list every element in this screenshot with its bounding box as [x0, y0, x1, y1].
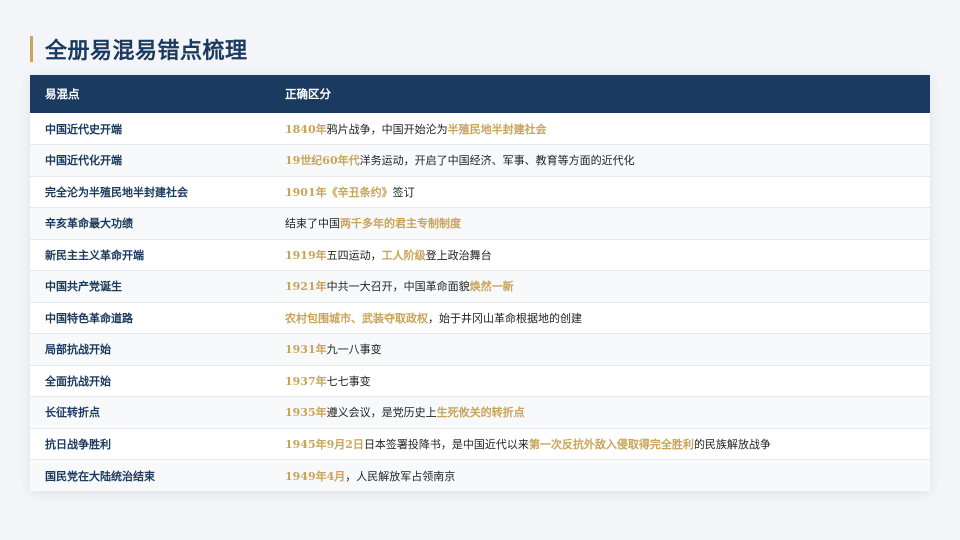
plain-text: 五四运动，	[326, 248, 382, 262]
distinction-cell: 农村包围城市、武装夺取政权，始于井冈山革命根据地的创建	[270, 302, 930, 334]
highlighted-text: 农村包围城市、武装夺取政权	[285, 311, 428, 325]
distinction-cell: 1945年9月2日日本签署投降书，是中国近代以来第一次反抗外敌入侵取得完全胜利的…	[270, 428, 930, 460]
highlighted-text: 1935年	[285, 406, 327, 420]
page-title: 全册易混易错点梳理	[45, 38, 248, 64]
plain-text: 中共一大召开，中国革命面貌	[326, 280, 470, 294]
confusable-point-cell: 中国近代史开端	[45, 122, 122, 136]
confusable-point-cell: 中国特色革命道路	[45, 311, 133, 325]
plain-text: 七七事变	[326, 374, 371, 388]
distinction-cell: 1935年遵义会议，是党历史上生死攸关的转折点	[270, 397, 930, 429]
confusable-point-cell: 辛亥革命最大功绩	[45, 217, 133, 231]
confusable-point-cell: 完全沦为半殖民地半封建社会	[45, 185, 188, 199]
highlighted-text: 1949年4月	[285, 469, 346, 483]
highlighted-text: 1931年	[285, 343, 327, 357]
highlighted-text: 1919年	[285, 248, 327, 262]
confusable-point-cell: 长征转折点	[45, 406, 100, 420]
confusable-point-cell: 中国近代化开端	[45, 154, 122, 168]
table-row: 完全沦为半殖民地半封建社会 1901年《辛丑条约》签订	[30, 176, 930, 208]
plain-text: 结束了中国	[285, 217, 340, 231]
highlighted-text: 1921年	[285, 280, 327, 294]
table-row: 中国近代化开端 19世纪60年代洋务运动，开启了中国经济、军事、教育等方面的近代化	[30, 144, 930, 177]
table-row: 长征转折点 1935年遵义会议，是党历史上生死攸关的转折点	[30, 396, 930, 429]
highlighted-text: 19世纪60年代	[285, 154, 360, 168]
plain-text: 登上政治舞台	[425, 248, 492, 262]
plain-text: 洋务运动，开启了中国经济、军事、教育等方面的近代化	[359, 154, 635, 168]
plain-text: ，始于井冈山革命根据地的创建	[428, 311, 582, 325]
table-body: 中国近代史开端 1840年鸦片战争，中国开始沦为半殖民地半封建社会中国近代化开端 1…	[30, 113, 930, 491]
table-row: 中国特色革命道路 农村包围城市、武装夺取政权，始于井冈山革命根据地的创建	[30, 302, 930, 334]
plain-text: 日本签署投降书，是中国近代以来	[363, 437, 529, 451]
highlighted-text: 1840年	[285, 122, 327, 136]
distinction-cell: 1931年九一八事变	[270, 334, 930, 366]
distinction-cell: 1937年七七事变	[270, 365, 930, 397]
table-row: 中国共产党诞生 1921年中共一大召开，中国革命面貌焕然一新	[30, 270, 930, 303]
highlighted-text: 焕然一新	[469, 280, 514, 294]
plain-text: ，人民解放军占领南京	[345, 469, 456, 483]
table-row: 新民主主义革命开端 1919年五四运动，工人阶级登上政治舞台	[30, 239, 930, 271]
highlighted-text: 工人阶级	[381, 248, 426, 262]
plain-text: 的民族解放战争	[693, 437, 771, 451]
table-row: 辛亥革命最大功绩 结束了中国两千多年的君主专制制度	[30, 207, 930, 240]
title-accent-bar	[30, 36, 33, 62]
distinction-cell: 1901年《辛丑条约》签订	[270, 176, 930, 208]
confusable-point-cell: 全面抗战开始	[45, 374, 111, 388]
plain-text: 鸦片战争，中国开始沦为	[326, 122, 448, 136]
distinction-cell: 1840年鸦片战争，中国开始沦为半殖民地半封建社会	[270, 113, 930, 145]
table-row: 国民党在大陆统治结束 1949年4月，人民解放军占领南京	[30, 459, 930, 492]
table-row: 全面抗战开始 1937年七七事变	[30, 365, 930, 397]
highlighted-text: 1901年《辛丑条约》	[285, 185, 393, 199]
distinction-cell: 19世纪60年代洋务运动，开启了中国经济、军事、教育等方面的近代化	[270, 145, 930, 177]
highlighted-text: 1937年	[285, 374, 327, 388]
distinction-cell: 结束了中国两千多年的君主专制制度	[270, 208, 930, 240]
highlighted-text: 第一次反抗外敌入侵取得完全胜利	[528, 437, 694, 451]
distinction-cell: 1949年4月，人民解放军占领南京	[270, 460, 930, 492]
plain-text: 遵义会议，是党历史上	[326, 406, 437, 420]
confusable-point-cell: 抗日战争胜利	[45, 437, 111, 451]
highlighted-text: 两千多年的君主专制制度	[340, 217, 461, 231]
header-confusable-point: 易混点	[45, 87, 80, 101]
confusable-point-cell: 新民主主义革命开端	[45, 248, 144, 262]
highlighted-text: 1945年9月2日	[285, 437, 364, 451]
table-row: 抗日战争胜利 1945年9月2日日本签署投降书，是中国近代以来第一次反抗外敌入侵取…	[30, 428, 930, 460]
plain-text: 九一八事变	[326, 343, 382, 357]
page-header: 全册易混易错点梳理	[30, 34, 248, 64]
plain-text: 签订	[392, 185, 415, 199]
highlighted-text: 半殖民地半封建社会	[447, 122, 547, 136]
confusable-point-cell: 国民党在大陆统治结束	[45, 469, 155, 483]
confusable-point-cell: 局部抗战开始	[45, 343, 111, 357]
table-row: 局部抗战开始 1931年九一八事变	[30, 333, 930, 366]
table-header-row: 易混点 正确区分	[30, 75, 930, 113]
distinction-cell: 1919年五四运动，工人阶级登上政治舞台	[270, 239, 930, 271]
confusable-point-cell: 中国共产党诞生	[45, 280, 122, 294]
distinction-cell: 1921年中共一大召开，中国革命面貌焕然一新	[270, 271, 930, 303]
table-row: 中国近代史开端 1840年鸦片战争，中国开始沦为半殖民地半封建社会	[30, 113, 930, 145]
comparison-table-card: 易混点 正确区分 中国近代史开端 1840年鸦片战争，中国开始沦为半殖民地半封建社…	[30, 75, 930, 491]
highlighted-text: 生死攸关的转折点	[436, 406, 525, 420]
comparison-table: 易混点 正确区分 中国近代史开端 1840年鸦片战争，中国开始沦为半殖民地半封建社…	[30, 75, 930, 491]
header-correct-distinction: 正确区分	[285, 87, 331, 101]
